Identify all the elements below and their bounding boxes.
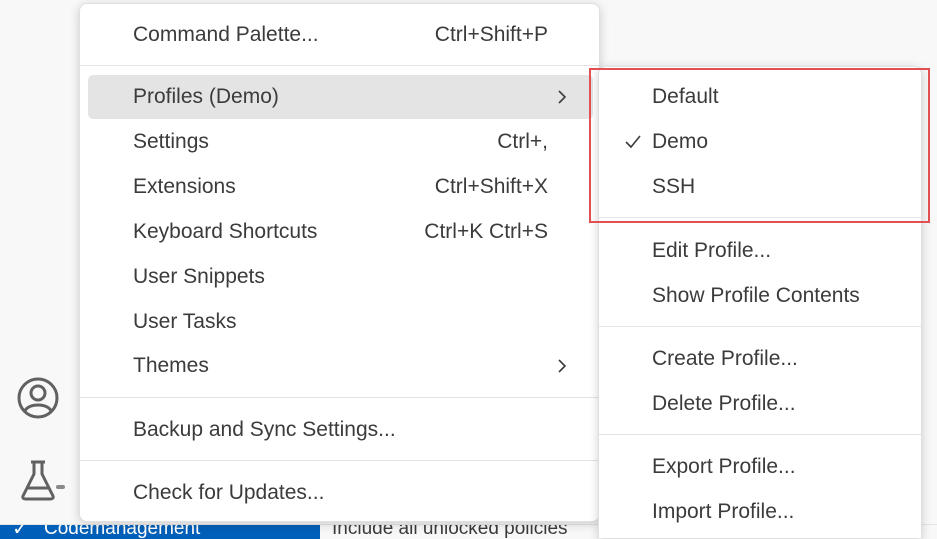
menu-item-profiles[interactable]: Profiles (Demo): [88, 75, 593, 119]
submenu-item-label: Edit Profile...: [652, 239, 772, 262]
submenu-item-export-profile[interactable]: Export Profile...: [607, 445, 915, 489]
menu-item-shortcut: Ctrl+,: [497, 130, 548, 153]
submenu-item-label: Delete Profile...: [652, 392, 796, 415]
submenu-item-label: Import Profile...: [652, 500, 795, 523]
menu-item-extensions[interactable]: Extensions Ctrl+Shift+X: [88, 165, 593, 209]
submenu-item-label: SSH: [652, 175, 696, 198]
menu-item-label: Settings: [133, 130, 209, 153]
checkmark-icon: [625, 135, 641, 149]
menu-separator: [80, 397, 599, 398]
submenu-item-delete-profile[interactable]: Delete Profile...: [607, 382, 915, 426]
menu-item-label: Themes: [133, 354, 209, 377]
menu-item-label: Extensions: [133, 175, 236, 198]
submenu-item-label: Export Profile...: [652, 455, 796, 478]
menu-item-label: Keyboard Shortcuts: [133, 220, 318, 243]
menu-item-label: Check for Updates...: [133, 481, 325, 504]
menu-item-backup-sync[interactable]: Backup and Sync Settings...: [88, 408, 593, 452]
submenu-item-default-profile[interactable]: Default: [607, 75, 915, 119]
badge-indicator: [56, 485, 65, 489]
submenu-item-edit-profile[interactable]: Edit Profile...: [607, 229, 915, 273]
menu-item-label: Profiles (Demo): [133, 85, 279, 108]
submenu-item-label: Default: [652, 85, 719, 108]
activity-bar: [0, 0, 80, 524]
menu-separator: [80, 65, 599, 66]
menu-separator: [599, 434, 921, 435]
manage-menu: Command Palette... Ctrl+Shift+P Profiles…: [79, 3, 600, 522]
menu-item-keyboard-shortcuts[interactable]: Keyboard Shortcuts Ctrl+K Ctrl+S: [88, 210, 593, 254]
menu-item-label: Backup and Sync Settings...: [133, 418, 396, 441]
menu-item-shortcut: Ctrl+Shift+P: [434, 23, 548, 46]
menu-item-user-snippets[interactable]: User Snippets: [88, 255, 593, 299]
menu-item-themes[interactable]: Themes: [88, 344, 593, 388]
submenu-item-label: Demo: [652, 130, 709, 153]
submenu-item-show-profile-contents[interactable]: Show Profile Contents: [607, 274, 915, 318]
menu-item-label: User Snippets: [133, 265, 265, 288]
accounts-icon[interactable]: [14, 374, 62, 422]
menu-item-label: Command Palette...: [133, 23, 319, 46]
submenu-item-import-profile[interactable]: Import Profile...: [607, 490, 915, 534]
menu-item-shortcut: Ctrl+Shift+X: [434, 175, 548, 198]
menu-separator: [599, 326, 921, 327]
submenu-item-demo-profile[interactable]: Demo: [607, 120, 915, 164]
menu-item-label: User Tasks: [133, 310, 237, 333]
menu-item-check-updates[interactable]: Check for Updates...: [88, 471, 593, 515]
chevron-right-icon: [558, 359, 567, 373]
status-bar-left[interactable]: ✓ Codemanagement: [0, 525, 320, 539]
testing-flask-icon[interactable]: [14, 456, 62, 504]
profiles-submenu: Default Demo SSH Edit Profile... Show Pr…: [598, 66, 922, 538]
submenu-item-label: Show Profile Contents: [652, 284, 860, 307]
menu-separator: [80, 460, 599, 461]
menu-item-settings[interactable]: Settings Ctrl+,: [88, 120, 593, 164]
status-left-text: Codemanagement: [44, 525, 201, 539]
check-icon: ✓: [12, 525, 29, 539]
chevron-right-icon: [558, 90, 567, 104]
menu-item-command-palette[interactable]: Command Palette... Ctrl+Shift+P: [88, 13, 593, 57]
menu-separator: [599, 217, 921, 218]
menu-item-user-tasks[interactable]: User Tasks: [88, 300, 593, 344]
submenu-item-label: Create Profile...: [652, 347, 798, 370]
status-right-text[interactable]: Include all unlocked policies: [332, 525, 568, 539]
menu-item-shortcut: Ctrl+K Ctrl+S: [424, 220, 548, 243]
submenu-item-create-profile[interactable]: Create Profile...: [607, 337, 915, 381]
submenu-item-ssh-profile[interactable]: SSH: [607, 165, 915, 209]
